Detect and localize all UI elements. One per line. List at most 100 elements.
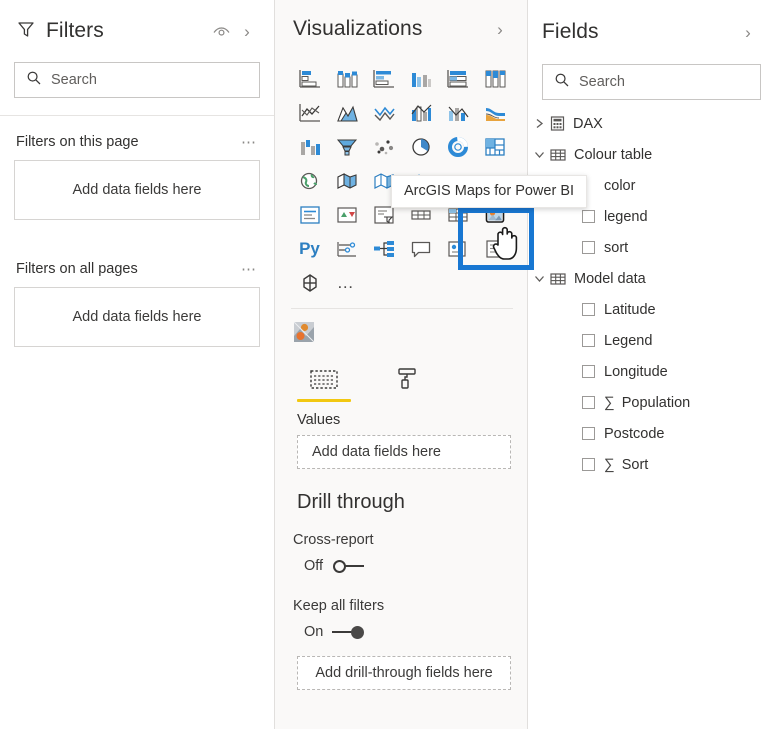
more-visuals-label: …: [336, 273, 357, 292]
visual-settings-tabs: [275, 350, 527, 402]
imported-custom-visual-icon[interactable]: [291, 317, 317, 346]
filters-search-placeholder: Search: [51, 72, 97, 88]
values-dropzone[interactable]: Add data fields here: [297, 435, 511, 469]
line-chart-icon[interactable]: [291, 98, 328, 127]
funnel-chart-icon[interactable]: [328, 132, 365, 161]
visualizations-header: Visualizations ›: [275, 0, 527, 58]
100-stacked-column-chart-icon[interactable]: [476, 64, 513, 93]
field-item-longitude[interactable]: Longitude: [528, 356, 775, 387]
keep-all-filters-toggle[interactable]: [332, 624, 366, 640]
line-clustered-column-chart-icon[interactable]: [439, 98, 476, 127]
filters-on-this-page-menu[interactable]: ⋯: [241, 133, 258, 151]
decomposition-tree-icon[interactable]: [365, 234, 402, 263]
filters-page-dropzone[interactable]: Add data fields here: [14, 160, 260, 220]
table-icon: [550, 272, 566, 286]
scatter-chart-icon[interactable]: [365, 132, 402, 161]
fields-header: Fields ›: [528, 0, 775, 64]
field-checkbox[interactable]: [582, 427, 595, 440]
field-label: sort: [604, 239, 629, 256]
sigma-icon: ∑: [604, 456, 615, 473]
chevron-right-icon: ›: [745, 22, 751, 42]
tab-fields[interactable]: [297, 362, 351, 402]
chevron-down-icon[interactable]: [528, 149, 550, 160]
field-checkbox[interactable]: [582, 303, 595, 316]
fields-table-label: DAX: [573, 115, 603, 132]
multi-row-card-icon[interactable]: [291, 200, 328, 229]
field-label: color: [604, 177, 636, 194]
field-checkbox[interactable]: [582, 210, 595, 223]
filters-search-input[interactable]: Search: [14, 62, 260, 98]
field-item-sort[interactable]: ∑ Sort: [528, 449, 775, 480]
map-icon[interactable]: [291, 166, 328, 195]
fields-tree: DAX Colour table color legend sort Model…: [528, 100, 775, 480]
100-stacked-bar-chart-icon[interactable]: [439, 64, 476, 93]
tab-format[interactable]: [381, 362, 435, 402]
treemap-icon[interactable]: [476, 132, 513, 161]
stacked-area-chart-icon[interactable]: [365, 98, 402, 127]
cross-report-label: Cross-report: [293, 532, 374, 548]
sigma-icon: ∑: [604, 394, 615, 411]
fields-table-colour-table[interactable]: Colour table: [528, 139, 775, 170]
waterfall-chart-icon[interactable]: [291, 132, 328, 161]
donut-chart-icon[interactable]: [439, 132, 476, 161]
fields-search-placeholder: Search: [579, 74, 625, 90]
drill-through-dropzone[interactable]: Add drill-through fields here: [297, 656, 511, 690]
filled-map-icon[interactable]: [328, 166, 365, 195]
field-checkbox[interactable]: [582, 334, 595, 347]
power-apps-icon[interactable]: [291, 268, 328, 297]
field-label: legend: [604, 208, 648, 225]
pie-chart-icon[interactable]: [402, 132, 439, 161]
dax-table-icon: [550, 116, 565, 131]
field-label: Longitude: [604, 363, 668, 380]
visualizations-panel: Visualizations › Py … Values Add data fi…: [275, 0, 528, 729]
clustered-bar-chart-icon[interactable]: [365, 64, 402, 93]
visualizations-title: Visualizations: [293, 17, 423, 40]
collapse-filters-button[interactable]: ›: [234, 18, 260, 44]
python-visual-icon[interactable]: Py: [291, 234, 328, 263]
fields-table-label: Colour table: [574, 146, 653, 163]
key-influencers-icon[interactable]: [328, 234, 365, 263]
clustered-column-chart-icon[interactable]: [402, 64, 439, 93]
collapse-fields-button[interactable]: ›: [735, 19, 761, 45]
filters-title: Filters: [46, 19, 104, 42]
filters-all-pages-dropzone[interactable]: Add data fields here: [14, 287, 260, 347]
fields-search-input[interactable]: Search: [542, 64, 761, 100]
field-label: Latitude: [604, 301, 656, 318]
field-checkbox[interactable]: [582, 241, 595, 254]
filters-on-all-pages-menu[interactable]: ⋯: [241, 260, 258, 278]
collapse-visualizations-button[interactable]: ›: [487, 16, 513, 42]
more-visuals-icon[interactable]: …: [328, 268, 365, 297]
chevron-down-icon[interactable]: [528, 273, 550, 284]
kpi-icon[interactable]: [328, 200, 365, 229]
q-and-a-icon[interactable]: [402, 234, 439, 263]
ribbon-chart-icon[interactable]: [476, 98, 513, 127]
field-item-postcode[interactable]: Postcode: [528, 418, 775, 449]
fields-table-model-data[interactable]: Model data: [528, 263, 775, 294]
search-icon: [26, 70, 42, 91]
field-item-latitude[interactable]: Latitude: [528, 294, 775, 325]
area-chart-icon[interactable]: [328, 98, 365, 127]
field-item-population[interactable]: ∑ Population: [528, 387, 775, 418]
format-paintroller-icon: [395, 362, 421, 392]
line-stacked-column-chart-icon[interactable]: [402, 98, 439, 127]
fields-table-dax[interactable]: DAX: [528, 108, 775, 139]
stacked-bar-chart-icon[interactable]: [291, 64, 328, 93]
keep-all-filters-toggle-row: On: [275, 614, 527, 640]
fields-pane-icon: [309, 362, 339, 392]
field-item-sort[interactable]: sort: [528, 232, 775, 263]
funnel-icon: [16, 19, 36, 44]
custom-visuals-row: [275, 309, 527, 350]
power-bi-panels: Filters › Search Filters on this page ⋯ …: [0, 0, 775, 729]
stacked-column-chart-icon[interactable]: [328, 64, 365, 93]
keep-all-filters-state: On: [304, 624, 324, 640]
cross-report-toggle-row: Off: [275, 548, 527, 574]
chevron-right-icon[interactable]: [528, 118, 550, 129]
eye-icon[interactable]: [208, 18, 234, 44]
field-item-legend[interactable]: Legend: [528, 325, 775, 356]
filters-on-all-pages-group: Filters on all pages ⋯ Add data fields h…: [0, 243, 274, 347]
field-checkbox[interactable]: [582, 396, 595, 409]
field-checkbox[interactable]: [582, 458, 595, 471]
cross-report-toggle[interactable]: [332, 558, 366, 574]
field-checkbox[interactable]: [582, 365, 595, 378]
cross-report-state: Off: [304, 558, 324, 574]
